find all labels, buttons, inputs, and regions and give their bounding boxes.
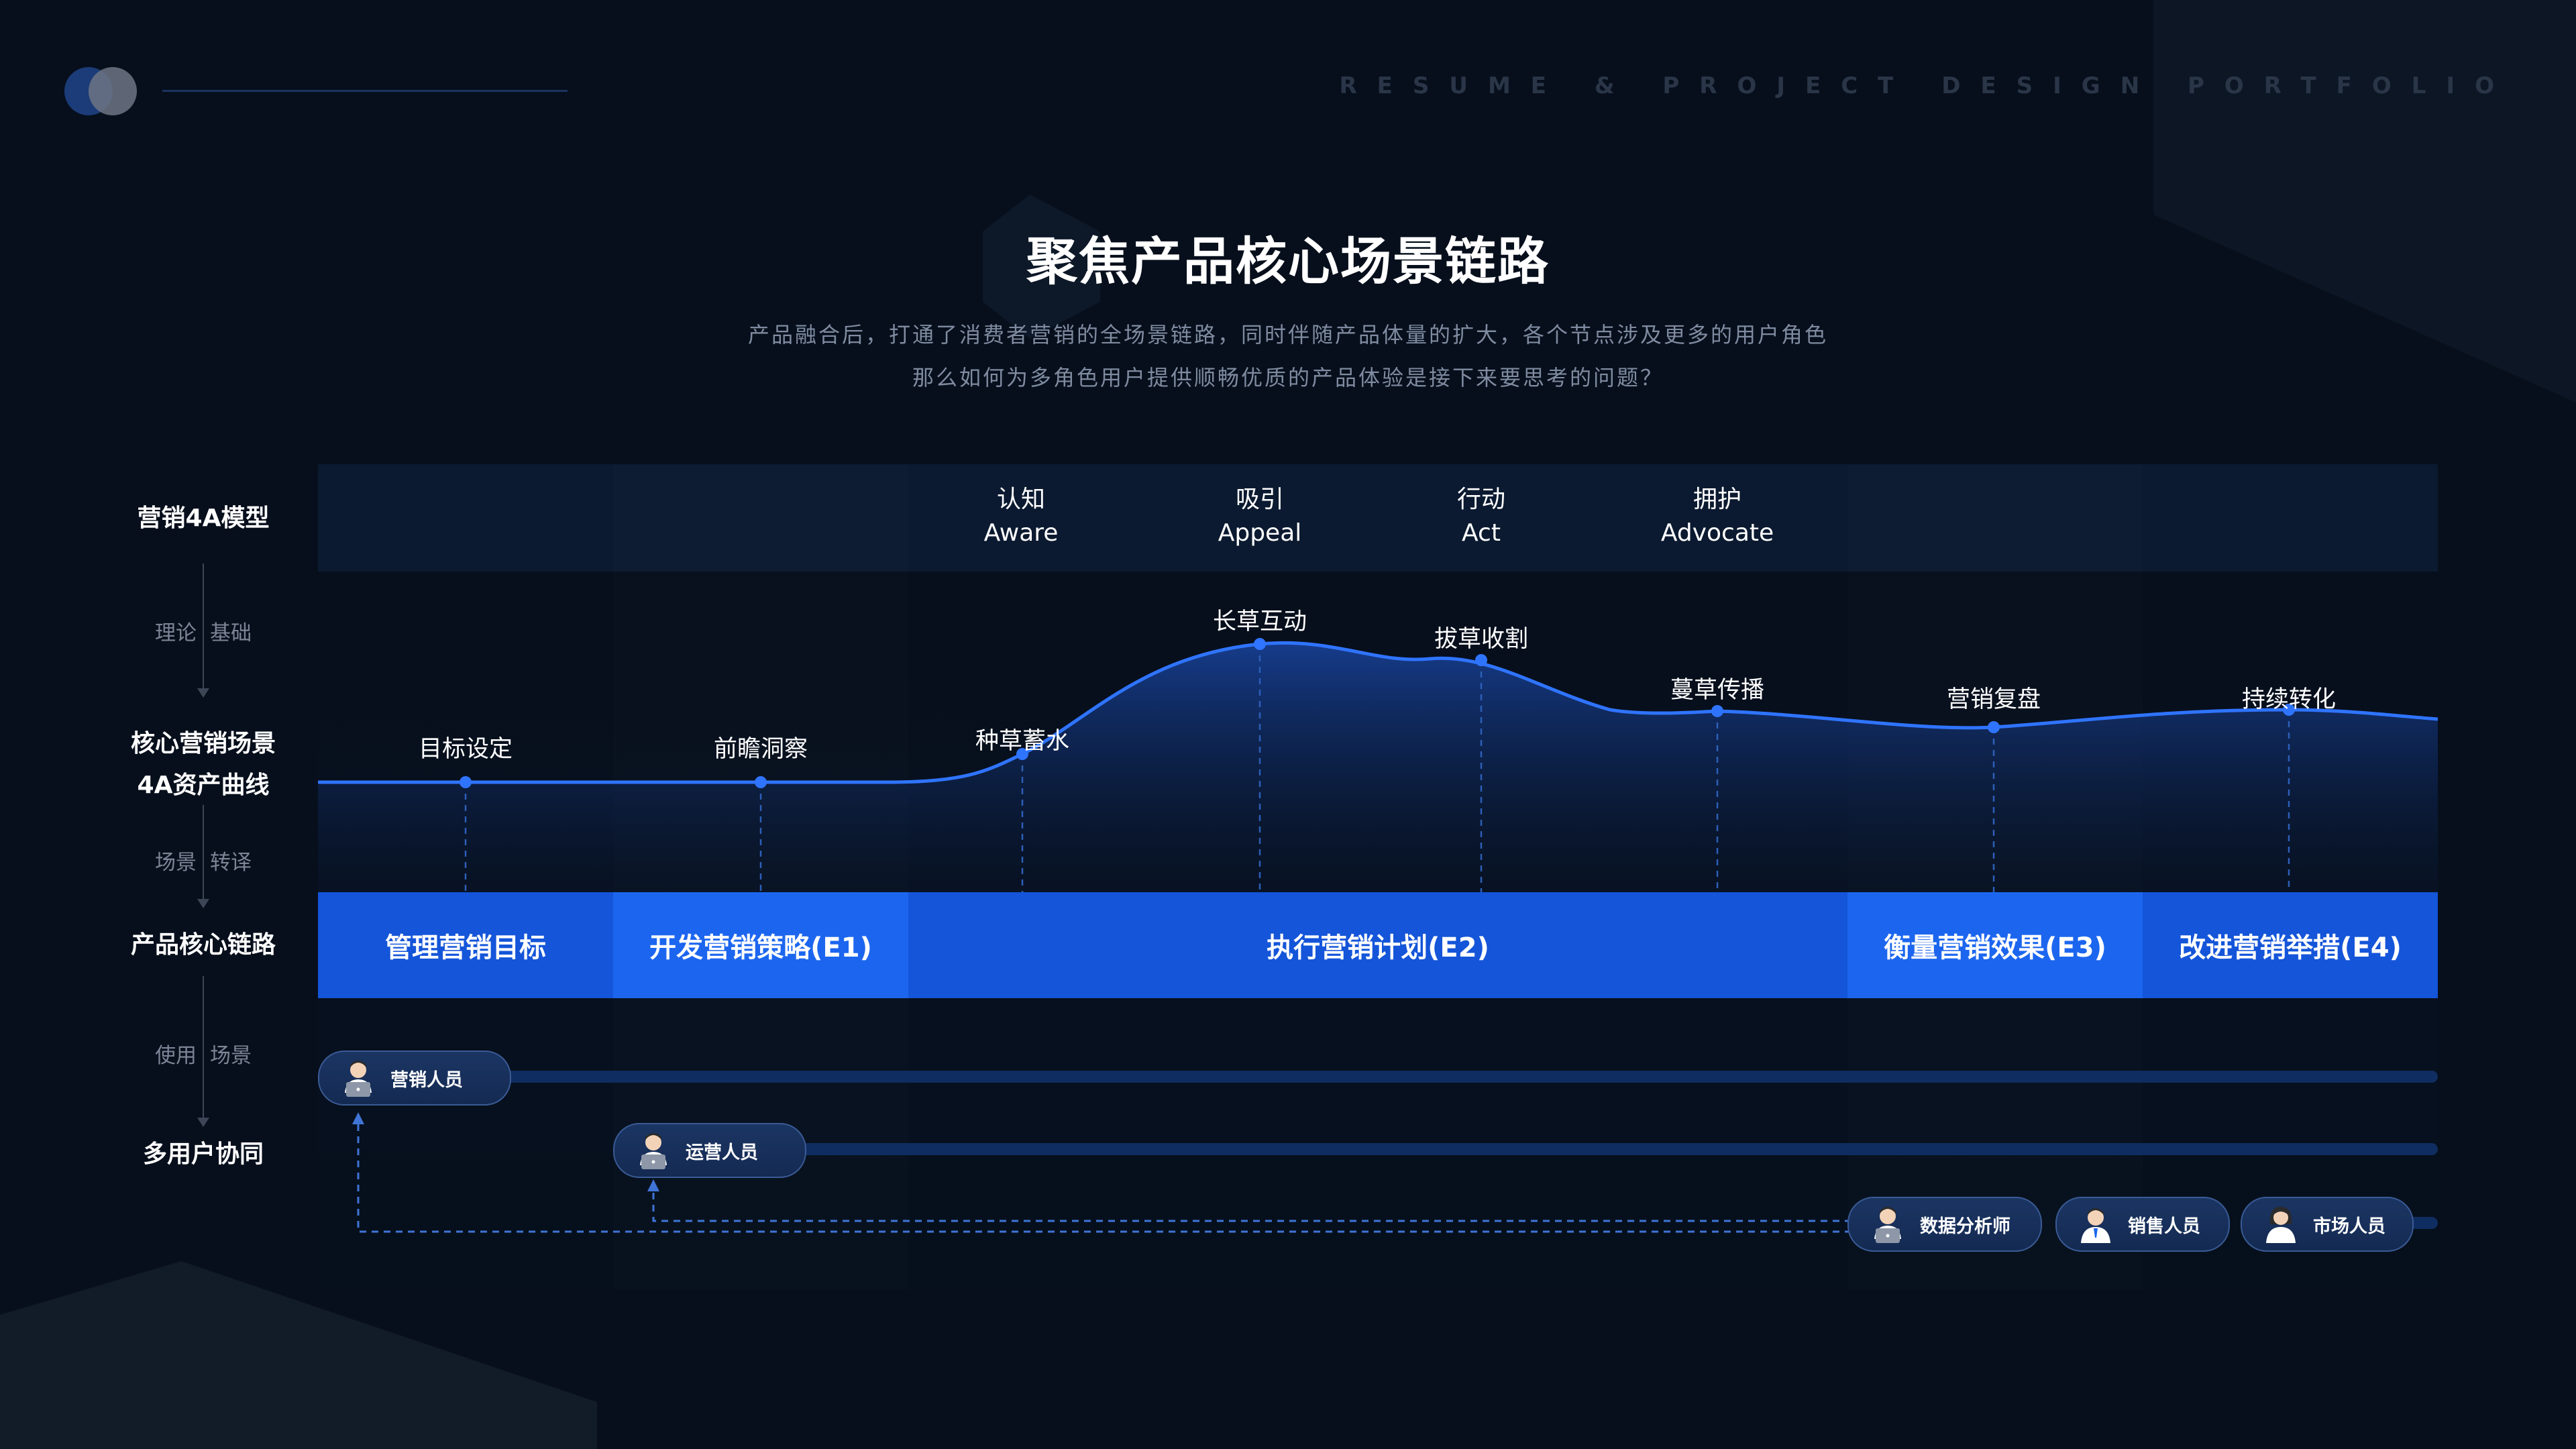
role-label-marketing: 营销人员 bbox=[390, 1069, 463, 1091]
person-icon bbox=[2081, 1208, 2110, 1243]
role-pill-marketing[interactable]: 营销人员 bbox=[318, 1051, 511, 1106]
arrow-up-icon bbox=[352, 1112, 364, 1124]
person-laptop-icon bbox=[345, 1061, 372, 1097]
arrow-up-icon bbox=[647, 1179, 659, 1191]
person-female-icon bbox=[2266, 1207, 2296, 1243]
slide: RESUME & PROJECT DESIGN PORTFOLIO 聚焦产品核心… bbox=[0, 0, 2576, 1449]
role-pill-analyst[interactable]: 数据分析师 bbox=[1847, 1197, 2042, 1252]
role-label-analyst: 数据分析师 bbox=[1920, 1216, 2010, 1237]
role-pill-operations[interactable]: 运营人员 bbox=[613, 1123, 806, 1178]
role-label-sales: 销售人员 bbox=[2128, 1216, 2200, 1237]
person-laptop-icon bbox=[1874, 1207, 1901, 1243]
role-pill-sales[interactable]: 销售人员 bbox=[2055, 1197, 2230, 1252]
feedback-line-operations bbox=[652, 1187, 1851, 1222]
role-label-operations: 运营人员 bbox=[686, 1142, 758, 1163]
person-laptop-icon bbox=[640, 1133, 667, 1169]
feedback-line-marketing bbox=[357, 1120, 1851, 1233]
role-pill-market[interactable]: 市场人员 bbox=[2241, 1197, 2414, 1252]
role-label-market: 市场人员 bbox=[2313, 1216, 2385, 1237]
